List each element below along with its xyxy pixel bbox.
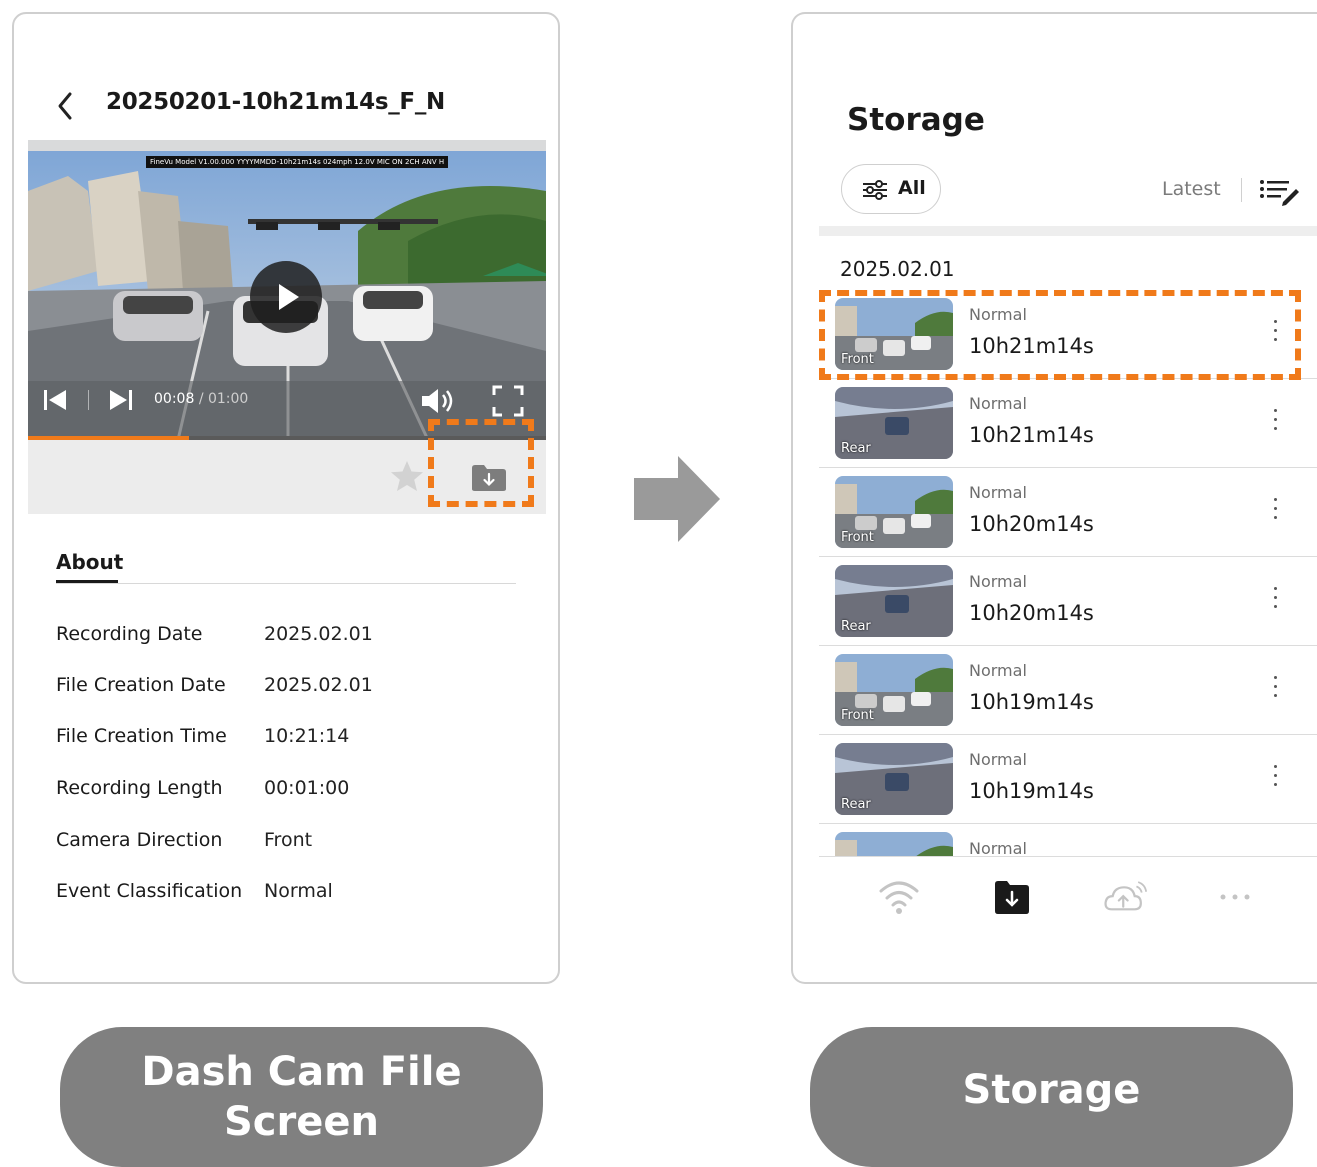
more-horizontal-icon[interactable] — [1213, 877, 1257, 917]
caption-text: Storage — [962, 1067, 1141, 1113]
caption-text: Dash Cam File Screen — [141, 1049, 462, 1145]
camera-label: Front — [841, 530, 874, 545]
file-time: 10h21m14s — [969, 334, 1094, 358]
date-group-header: 2025.02.01 — [840, 257, 955, 281]
list-item[interactable]: Rear Normal 10h19m14s — [819, 735, 1317, 824]
thumbnail: Front — [835, 298, 953, 370]
file-time: 10h19m14s — [969, 779, 1094, 803]
event-type: Normal — [969, 839, 1027, 856]
list-item[interactable]: Rear Normal 10h21m14s — [819, 379, 1317, 468]
camera-label: Rear — [841, 619, 871, 634]
bottom-navigation — [819, 856, 1317, 936]
event-type: Normal — [969, 750, 1027, 769]
camera-label: Rear — [841, 797, 871, 812]
video-overlay-text: FineVu Model V1.00.000 YYYYMMDD-10h21m14… — [146, 156, 449, 168]
more-options-icon[interactable] — [1269, 498, 1281, 528]
storage-title: Storage — [847, 102, 985, 138]
list-item[interactable]: Rear Normal 10h20m14s — [819, 557, 1317, 646]
caption-file-screen: Dash Cam File Screen — [60, 1027, 543, 1167]
info-value: 2025.02.01 — [264, 674, 373, 696]
sort-dropdown[interactable]: Latest — [1162, 178, 1221, 200]
thumbnail: Front — [835, 476, 953, 548]
back-arrow-icon[interactable] — [52, 90, 80, 122]
info-label: File Creation Date — [56, 674, 226, 696]
playback-time: 00:08 / 01:00 — [154, 391, 248, 407]
cloud-upload-icon[interactable] — [1103, 877, 1147, 917]
file-header: 20250201-10h21m14s_F_N — [14, 84, 558, 128]
transition-arrow-icon — [634, 456, 720, 542]
more-options-icon[interactable] — [1269, 765, 1281, 795]
thumbnail: Rear — [835, 743, 953, 815]
skip-previous-icon[interactable] — [42, 388, 68, 412]
sort-divider — [1241, 178, 1242, 202]
info-value: Normal — [264, 880, 333, 902]
volume-icon[interactable] — [420, 387, 458, 415]
info-value: 10:21:14 — [264, 725, 350, 747]
info-label: Recording Date — [56, 623, 203, 645]
info-label: Camera Direction — [56, 829, 223, 851]
filter-button[interactable]: All — [841, 164, 941, 214]
wifi-icon[interactable] — [877, 877, 921, 917]
dash-cam-file-screen: 20250201-10h21m14s_F_N FineVu Model V1.0… — [12, 12, 560, 984]
control-divider — [88, 390, 89, 410]
more-options-icon[interactable] — [1269, 676, 1281, 706]
list-item[interactable]: Normal — [819, 824, 1317, 856]
about-tab[interactable]: About — [56, 550, 123, 574]
list-item[interactable]: Front Normal 10h19m14s — [819, 646, 1317, 735]
event-type: Normal — [969, 305, 1027, 324]
list-item[interactable]: Front Normal 10h21m14s — [819, 290, 1317, 379]
camera-label: Front — [841, 708, 874, 723]
skip-next-icon[interactable] — [108, 388, 134, 412]
event-type: Normal — [969, 572, 1027, 591]
thumbnail: Rear — [835, 565, 953, 637]
current-time: 00:08 — [154, 391, 195, 407]
file-time: 10h19m14s — [969, 690, 1094, 714]
video-action-bar — [28, 440, 546, 514]
video-top-pad — [28, 140, 546, 151]
more-options-icon[interactable] — [1269, 587, 1281, 617]
event-type: Normal — [969, 483, 1027, 502]
list-item[interactable]: Front Normal 10h20m14s — [819, 468, 1317, 557]
total-time: / 01:00 — [198, 391, 249, 407]
file-list: Front Normal 10h21m14s Rear Normal 10h21… — [819, 290, 1317, 856]
thumbnail: Front — [835, 654, 953, 726]
star-icon[interactable] — [390, 460, 424, 492]
about-divider — [56, 583, 516, 584]
thumbnail: Rear — [835, 387, 953, 459]
header-separator — [819, 226, 1317, 236]
thumbnail — [835, 832, 953, 856]
download-folder-icon[interactable] — [471, 464, 507, 492]
storage-screen: Storage All Latest 2025.02.01 Front Norm… — [791, 12, 1317, 984]
filter-label: All — [898, 177, 926, 199]
fullscreen-icon[interactable] — [492, 385, 524, 417]
file-time: 10h20m14s — [969, 601, 1094, 625]
filter-sliders-icon — [863, 180, 887, 200]
more-options-icon[interactable] — [1269, 409, 1281, 439]
event-type: Normal — [969, 394, 1027, 413]
caption-storage: Storage — [810, 1027, 1293, 1167]
info-label: File Creation Time — [56, 725, 227, 747]
info-value: 2025.02.01 — [264, 623, 373, 645]
info-label: Event Classification — [56, 880, 243, 902]
info-value: Front — [264, 829, 313, 851]
edit-list-icon[interactable] — [1259, 178, 1299, 206]
event-type: Normal — [969, 661, 1027, 680]
info-label: Recording Length — [56, 777, 223, 799]
play-button[interactable] — [250, 261, 322, 333]
camera-label: Rear — [841, 441, 871, 456]
camera-label: Front — [841, 352, 874, 367]
video-player[interactable]: FineVu Model V1.00.000 YYYYMMDD-10h21m14… — [28, 140, 546, 440]
thumbnail-image — [835, 832, 953, 856]
file-title: 20250201-10h21m14s_F_N — [106, 89, 445, 115]
info-value: 00:01:00 — [264, 777, 350, 799]
download-folder-icon[interactable] — [990, 877, 1034, 917]
more-options-icon[interactable] — [1269, 320, 1281, 350]
file-time: 10h21m14s — [969, 423, 1094, 447]
file-time: 10h20m14s — [969, 512, 1094, 536]
